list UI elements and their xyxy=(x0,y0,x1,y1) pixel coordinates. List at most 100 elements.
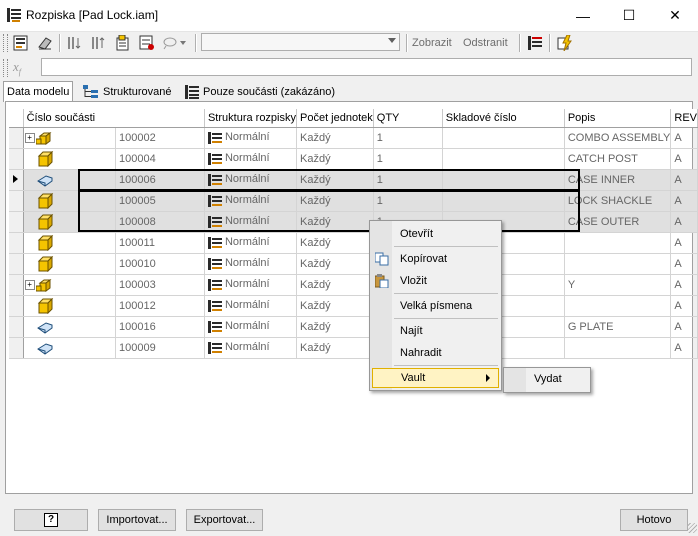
cell-revision[interactable]: A xyxy=(670,232,698,254)
cell-bom-structure[interactable]: Normální xyxy=(204,316,298,338)
cell-revision[interactable]: A xyxy=(670,295,698,317)
cell-description[interactable]: G PLATE xyxy=(564,316,672,338)
column-header[interactable]: QTY xyxy=(373,109,443,128)
menu-item-vault[interactable]: Vault xyxy=(372,368,499,388)
cell-bom-structure[interactable]: Normální xyxy=(204,253,298,275)
cell-unit-qty[interactable]: Každý xyxy=(296,127,374,149)
table-row[interactable]: 100004 Normální Každý 1 CATCH POST A xyxy=(9,148,698,170)
menu-item-copy[interactable]: Kopírovat xyxy=(372,249,499,269)
column-header[interactable]: Číslo součásti xyxy=(23,109,205,128)
toolbar-grip[interactable] xyxy=(3,34,8,52)
cell-bom-structure[interactable]: Normální xyxy=(204,148,298,170)
cell-part-number[interactable]: 100009 xyxy=(115,337,205,359)
help-button[interactable]: ? xyxy=(14,509,88,531)
cell-bom-structure[interactable]: Normální xyxy=(204,232,298,254)
cell-part-number[interactable]: 100002 xyxy=(115,127,205,149)
cell-unit-qty[interactable]: Každý xyxy=(296,274,374,296)
cell-unit-qty[interactable]: Každý xyxy=(296,316,374,338)
tab-parts-only[interactable]: Pouze součásti (zakázáno) xyxy=(182,82,338,101)
expression-icon[interactable]: xf xyxy=(13,59,33,77)
menu-item-replace[interactable]: Nahradit xyxy=(372,343,499,363)
remove-button[interactable]: Odstranit xyxy=(463,37,508,49)
cell-stock-number[interactable] xyxy=(442,148,565,170)
cell-description[interactable]: LOCK SHACKLE xyxy=(564,190,672,212)
cell-description[interactable] xyxy=(564,337,672,359)
table-row[interactable]: +100002 Normální Každý 1 COMBO ASSEMBLY A xyxy=(9,127,698,149)
cell-stock-number[interactable] xyxy=(442,190,565,212)
row-header[interactable] xyxy=(9,253,24,275)
cell-description[interactable] xyxy=(564,232,672,254)
cell-unit-qty[interactable]: Každý xyxy=(296,253,374,275)
filter-dropdown-button[interactable] xyxy=(161,33,189,53)
expand-icon[interactable]: + xyxy=(24,279,35,290)
menu-item-release[interactable]: Vydat xyxy=(534,373,562,385)
row-header[interactable] xyxy=(9,316,24,338)
cell-part-number[interactable]: 100012 xyxy=(115,295,205,317)
close-button[interactable]: ✕ xyxy=(652,0,698,31)
tab-model-data[interactable]: Data modelu xyxy=(3,81,74,102)
cell-revision[interactable]: A xyxy=(670,148,698,170)
cell-unit-qty[interactable]: Každý xyxy=(296,295,374,317)
column-header[interactable]: Popis xyxy=(564,109,672,128)
row-header[interactable] xyxy=(9,232,24,254)
cell-description[interactable]: CASE INNER xyxy=(564,169,672,191)
cell-part-number[interactable]: 100004 xyxy=(115,148,205,170)
item-numbering-button[interactable] xyxy=(137,33,157,53)
table-row[interactable]: 100012NormálníKaždý1A xyxy=(9,295,698,317)
cell-revision[interactable]: A xyxy=(670,337,698,359)
cell-unit-qty[interactable]: Každý xyxy=(296,190,374,212)
show-button[interactable]: Zobrazit xyxy=(412,37,452,49)
toolbar-grip[interactable] xyxy=(3,59,8,77)
resize-grip[interactable] xyxy=(687,523,697,533)
table-row[interactable]: 100006 Normální Každý 1 CASE INNER A xyxy=(9,169,698,191)
cell-stock-number[interactable] xyxy=(442,127,565,149)
cell-revision[interactable]: A xyxy=(670,169,698,191)
cell-stock-number[interactable] xyxy=(442,169,565,191)
cell-description[interactable] xyxy=(564,253,672,275)
cell-description[interactable]: CASE OUTER xyxy=(564,211,672,233)
export-button[interactable]: Exportovat... xyxy=(186,509,263,531)
menu-item-paste[interactable]: Vložit xyxy=(372,271,499,291)
expand-icon[interactable]: + xyxy=(24,132,35,143)
import-button[interactable]: Importovat... xyxy=(98,509,176,531)
corner-cell[interactable] xyxy=(9,109,24,128)
done-button[interactable]: Hotovo xyxy=(620,509,688,531)
row-header[interactable] xyxy=(9,337,24,359)
bom-view-button[interactable] xyxy=(525,33,545,53)
cell-revision[interactable]: A xyxy=(670,211,698,233)
cell-unit-qty[interactable]: Každý xyxy=(296,148,374,170)
table-row[interactable]: 100011NormálníKaždý1A xyxy=(9,232,698,254)
edit-button[interactable] xyxy=(35,33,55,53)
cell-description[interactable]: COMBO ASSEMBLY xyxy=(564,127,672,149)
cell-qty[interactable]: 1 xyxy=(373,148,443,170)
cell-unit-qty[interactable]: Každý xyxy=(296,232,374,254)
table-row[interactable]: 100010NormálníKaždý1A xyxy=(9,253,698,275)
column-header[interactable]: Struktura rozpisky xyxy=(204,109,298,128)
cell-revision[interactable]: A xyxy=(670,253,698,275)
table-row[interactable]: +100003NormálníKaždý1YA xyxy=(9,274,698,296)
bom-settings-button[interactable] xyxy=(11,33,31,53)
menu-item-find[interactable]: Najít xyxy=(372,321,499,341)
menu-item-open[interactable]: Otevřít xyxy=(372,224,499,244)
cell-bom-structure[interactable]: Normální xyxy=(204,295,298,317)
update-button[interactable] xyxy=(555,33,575,53)
cell-qty[interactable]: 1 xyxy=(373,127,443,149)
cell-unit-qty[interactable]: Každý xyxy=(296,337,374,359)
cell-part-number[interactable]: 100010 xyxy=(115,253,205,275)
cell-revision[interactable]: A xyxy=(670,127,698,149)
cell-part-number[interactable]: 100008 xyxy=(115,211,205,233)
cell-description[interactable]: CATCH POST xyxy=(564,148,672,170)
view-combo[interactable] xyxy=(201,33,400,51)
cell-bom-structure[interactable]: Normální xyxy=(204,337,298,359)
column-header[interactable]: Počet jednotek xyxy=(296,109,374,128)
row-header[interactable] xyxy=(9,148,24,170)
cell-qty[interactable]: 1 xyxy=(373,190,443,212)
cell-qty[interactable]: 1 xyxy=(373,169,443,191)
cell-revision[interactable]: A xyxy=(670,316,698,338)
maximize-button[interactable]: ☐ xyxy=(606,0,652,31)
row-header[interactable] xyxy=(9,127,24,149)
minimize-button[interactable]: — xyxy=(560,0,606,31)
cell-bom-structure[interactable]: Normální xyxy=(204,127,298,149)
cell-revision[interactable]: A xyxy=(670,190,698,212)
row-header[interactable] xyxy=(9,211,24,233)
